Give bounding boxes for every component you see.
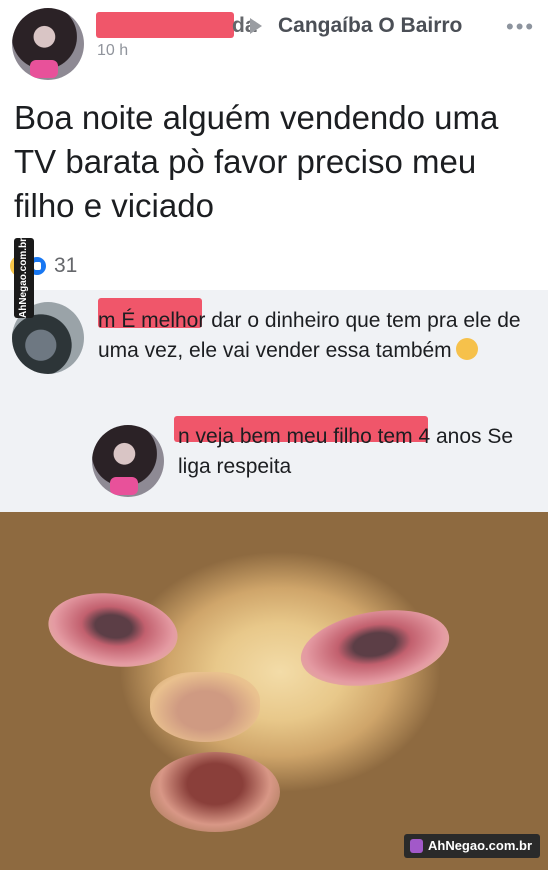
more-options-icon[interactable]: ••• [506, 14, 535, 40]
reaction-count: 31 [54, 254, 78, 277]
cat-right-eye [294, 599, 456, 697]
cat-left-eye [43, 585, 183, 675]
redacted-author-name [96, 12, 234, 38]
reply-text: n veja bem meu filho tem 4 anos Se liga … [178, 425, 514, 478]
cat-nose [150, 672, 260, 742]
post-timestamp[interactable]: 10 h [97, 42, 128, 60]
author-avatar[interactable] [12, 8, 84, 80]
group-name-link[interactable]: Cangaíba O Bairro [278, 14, 462, 38]
thinking-face-icon [455, 338, 478, 360]
comment-body: m É melhor dar o dinheiro que tem pra el… [98, 306, 528, 366]
triangle-arrow-icon [250, 18, 262, 34]
side-watermark: AhNegao.com.br [14, 238, 34, 318]
post-card: da Cangaíba O Bairro ••• 10 h Boa noite … [0, 0, 548, 290]
bottom-watermark: AhNegao.com.br [403, 834, 540, 858]
crying-cat-meme-image: AhNegao.com.br [0, 512, 548, 870]
reply-avatar[interactable] [92, 425, 164, 497]
post-text: Boa noite alguém vendendo uma TV barata … [14, 99, 499, 224]
cat-mouth [150, 752, 280, 832]
